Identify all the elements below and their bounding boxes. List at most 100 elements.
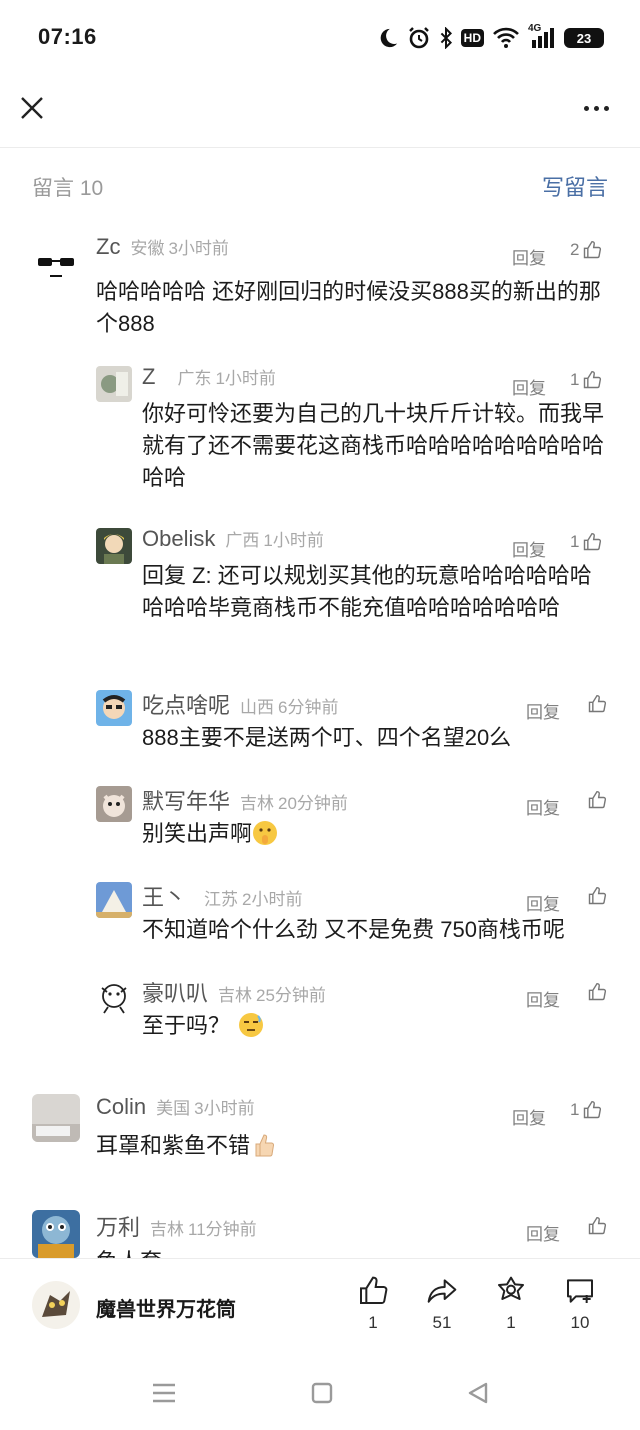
back-button[interactable]	[458, 1378, 498, 1408]
comment-location: 吉林	[240, 794, 275, 813]
status-time: 07:16	[38, 24, 97, 49]
comment-author[interactable]: 豪叭叭	[142, 976, 208, 1008]
reply-button[interactable]: 回复	[526, 890, 560, 915]
like-button[interactable]	[584, 790, 607, 810]
avatar[interactable]	[96, 366, 132, 402]
thumbs-up-icon	[584, 370, 602, 389]
account-name[interactable]: 魔兽世界万花筒	[96, 1293, 236, 1322]
comment-location: 江苏	[204, 890, 239, 909]
more-button[interactable]	[578, 96, 614, 120]
bottom-action-bar: 魔兽世界万花筒 1 51 1 10	[0, 1259, 640, 1359]
write-comment-button[interactable]: 写留言	[542, 170, 608, 202]
comment-author[interactable]: Colin	[96, 1094, 146, 1120]
comment-text: 别笑出声啊	[142, 818, 610, 850]
comment-time: 6分钟前	[278, 698, 339, 717]
avatar[interactable]	[96, 690, 132, 726]
comment-action-button[interactable]: 10	[550, 1275, 610, 1333]
reply-button[interactable]: 回复	[526, 1220, 560, 1245]
thumbs-up-icon	[588, 790, 607, 809]
reply-button[interactable]: 回复	[512, 1104, 546, 1129]
reply-button[interactable]: 回复	[526, 698, 560, 723]
comment-text: 耳罩和紫鱼不错	[96, 1130, 610, 1162]
avatar[interactable]	[32, 1094, 80, 1142]
comment-text: 回复 Z: 还可以规划买其他的玩意哈哈哈哈哈哈哈哈哈毕竟商栈币不能充值哈哈哈哈哈…	[142, 563, 592, 620]
comment-text: 888主要不是送两个叮、四个名望20么	[142, 725, 512, 750]
comment-text-content: 别笑出声啊	[142, 821, 253, 846]
like-button[interactable]: 2	[570, 240, 602, 260]
share-count: 51	[432, 1313, 452, 1332]
avatar[interactable]	[96, 786, 132, 822]
wifi-icon	[492, 27, 520, 49]
comment-author[interactable]: 吃点啥呢	[142, 688, 230, 720]
avatar[interactable]	[96, 528, 132, 564]
system-navigation-bar	[0, 1360, 640, 1430]
comment-time: 3小时前	[194, 1099, 255, 1118]
like-button[interactable]: 1	[570, 532, 602, 552]
shushing-face-emoji-icon	[253, 821, 278, 845]
thumbs-up-icon	[584, 532, 602, 551]
network-type: 4G	[528, 23, 542, 34]
reply-button[interactable]: 回复	[526, 986, 560, 1011]
like-button[interactable]	[584, 886, 607, 906]
like-button[interactable]	[584, 694, 607, 714]
like-button[interactable]: 1	[570, 370, 602, 390]
battery-icon: 23	[564, 28, 604, 48]
thumbs-up-icon	[588, 694, 607, 713]
comment-text: 鱼人套	[96, 1246, 610, 1258]
share-action-button[interactable]: 51	[412, 1275, 472, 1333]
like-button[interactable]: 1	[570, 1100, 602, 1120]
reply-item: 默写年华 吉林 20分钟前 回复 别笑出声啊	[142, 784, 610, 854]
reply-button[interactable]: 回复	[512, 244, 546, 269]
comment-author[interactable]: 默写年华	[142, 784, 230, 816]
comment-time: 1小时前	[215, 369, 276, 388]
thumbs-up-emoji-icon	[255, 1134, 275, 1157]
comment-text-content: 至于吗？	[142, 1013, 231, 1038]
more-icon-dot	[593, 105, 599, 111]
comment-author[interactable]: 万利	[96, 1210, 140, 1242]
like-count: 1	[570, 1100, 580, 1119]
comment-list[interactable]: Zc 安徽 3小时前 回复 2 哈哈哈哈哈 还好刚回归的时候没买888买的新出的…	[0, 224, 640, 1258]
reply-button[interactable]: 回复	[512, 374, 546, 399]
comment-author[interactable]: Obelisk	[142, 526, 215, 552]
close-button[interactable]	[16, 92, 48, 124]
comments-header: 留言 10 写留言	[0, 168, 640, 204]
reply-button[interactable]: 回复	[526, 794, 560, 819]
like-count: 1	[570, 370, 580, 389]
avatar[interactable]	[32, 1210, 80, 1258]
do-not-disturb-icon	[377, 27, 399, 49]
comment-text-content: 耳罩和紫鱼不错	[96, 1133, 251, 1158]
home-square-icon	[311, 1382, 333, 1404]
comment-time: 20分钟前	[278, 794, 348, 813]
like-action-button[interactable]: 1	[343, 1275, 403, 1333]
comment-time: 1小时前	[263, 531, 324, 550]
back-triangle-icon	[468, 1382, 488, 1404]
avatar[interactable]	[32, 240, 80, 288]
comment-text: 哈哈哈哈哈 还好刚回归的时候没买888买的新出的那个888	[96, 279, 601, 336]
comment-add-icon	[567, 1279, 593, 1303]
comment-author[interactable]: Zc	[96, 234, 120, 260]
like-button[interactable]	[584, 1216, 607, 1236]
comment-time: 2小时前	[242, 890, 303, 909]
comment-text: 不知道哈个什么劲 又不是免费 750商栈币呢	[142, 917, 565, 942]
thumbs-up-icon	[588, 886, 607, 905]
thumbs-up-icon	[588, 1216, 607, 1235]
thumbs-up-icon	[588, 982, 607, 1001]
avatar[interactable]	[96, 980, 132, 1016]
comment-author[interactable]: Z	[142, 364, 155, 390]
comment-item: Zc 安徽 3小时前 回复 2 哈哈哈哈哈 还好刚回归的时候没买888买的新出的…	[96, 234, 610, 344]
avatar[interactable]	[96, 882, 132, 918]
wow-action-button[interactable]: 1	[481, 1275, 541, 1333]
thumbs-up-icon	[584, 1100, 602, 1119]
comment-item: Colin 美国 3小时前 回复 1 耳罩和紫鱼不错	[96, 1094, 610, 1174]
reply-button[interactable]: 回复	[512, 536, 546, 561]
like-button[interactable]	[584, 982, 607, 1002]
home-button[interactable]	[302, 1378, 342, 1408]
reply-item: Z 广东 1小时前 回复 1 你好可怜还要为自己的几十块斤斤计较。而我早就有了还…	[142, 364, 610, 496]
comment-location: 广西	[225, 531, 260, 550]
comment-author[interactable]: 王丶	[142, 880, 186, 912]
recent-apps-button[interactable]	[144, 1378, 184, 1408]
like-count: 1	[570, 532, 580, 551]
status-icons: HD 4G 23	[377, 24, 604, 52]
reply-item: Obelisk 广西 1小时前 回复 1 回复 Z: 还可以规划买其他的玩意哈哈…	[142, 526, 610, 658]
account-avatar[interactable]	[30, 1279, 82, 1331]
